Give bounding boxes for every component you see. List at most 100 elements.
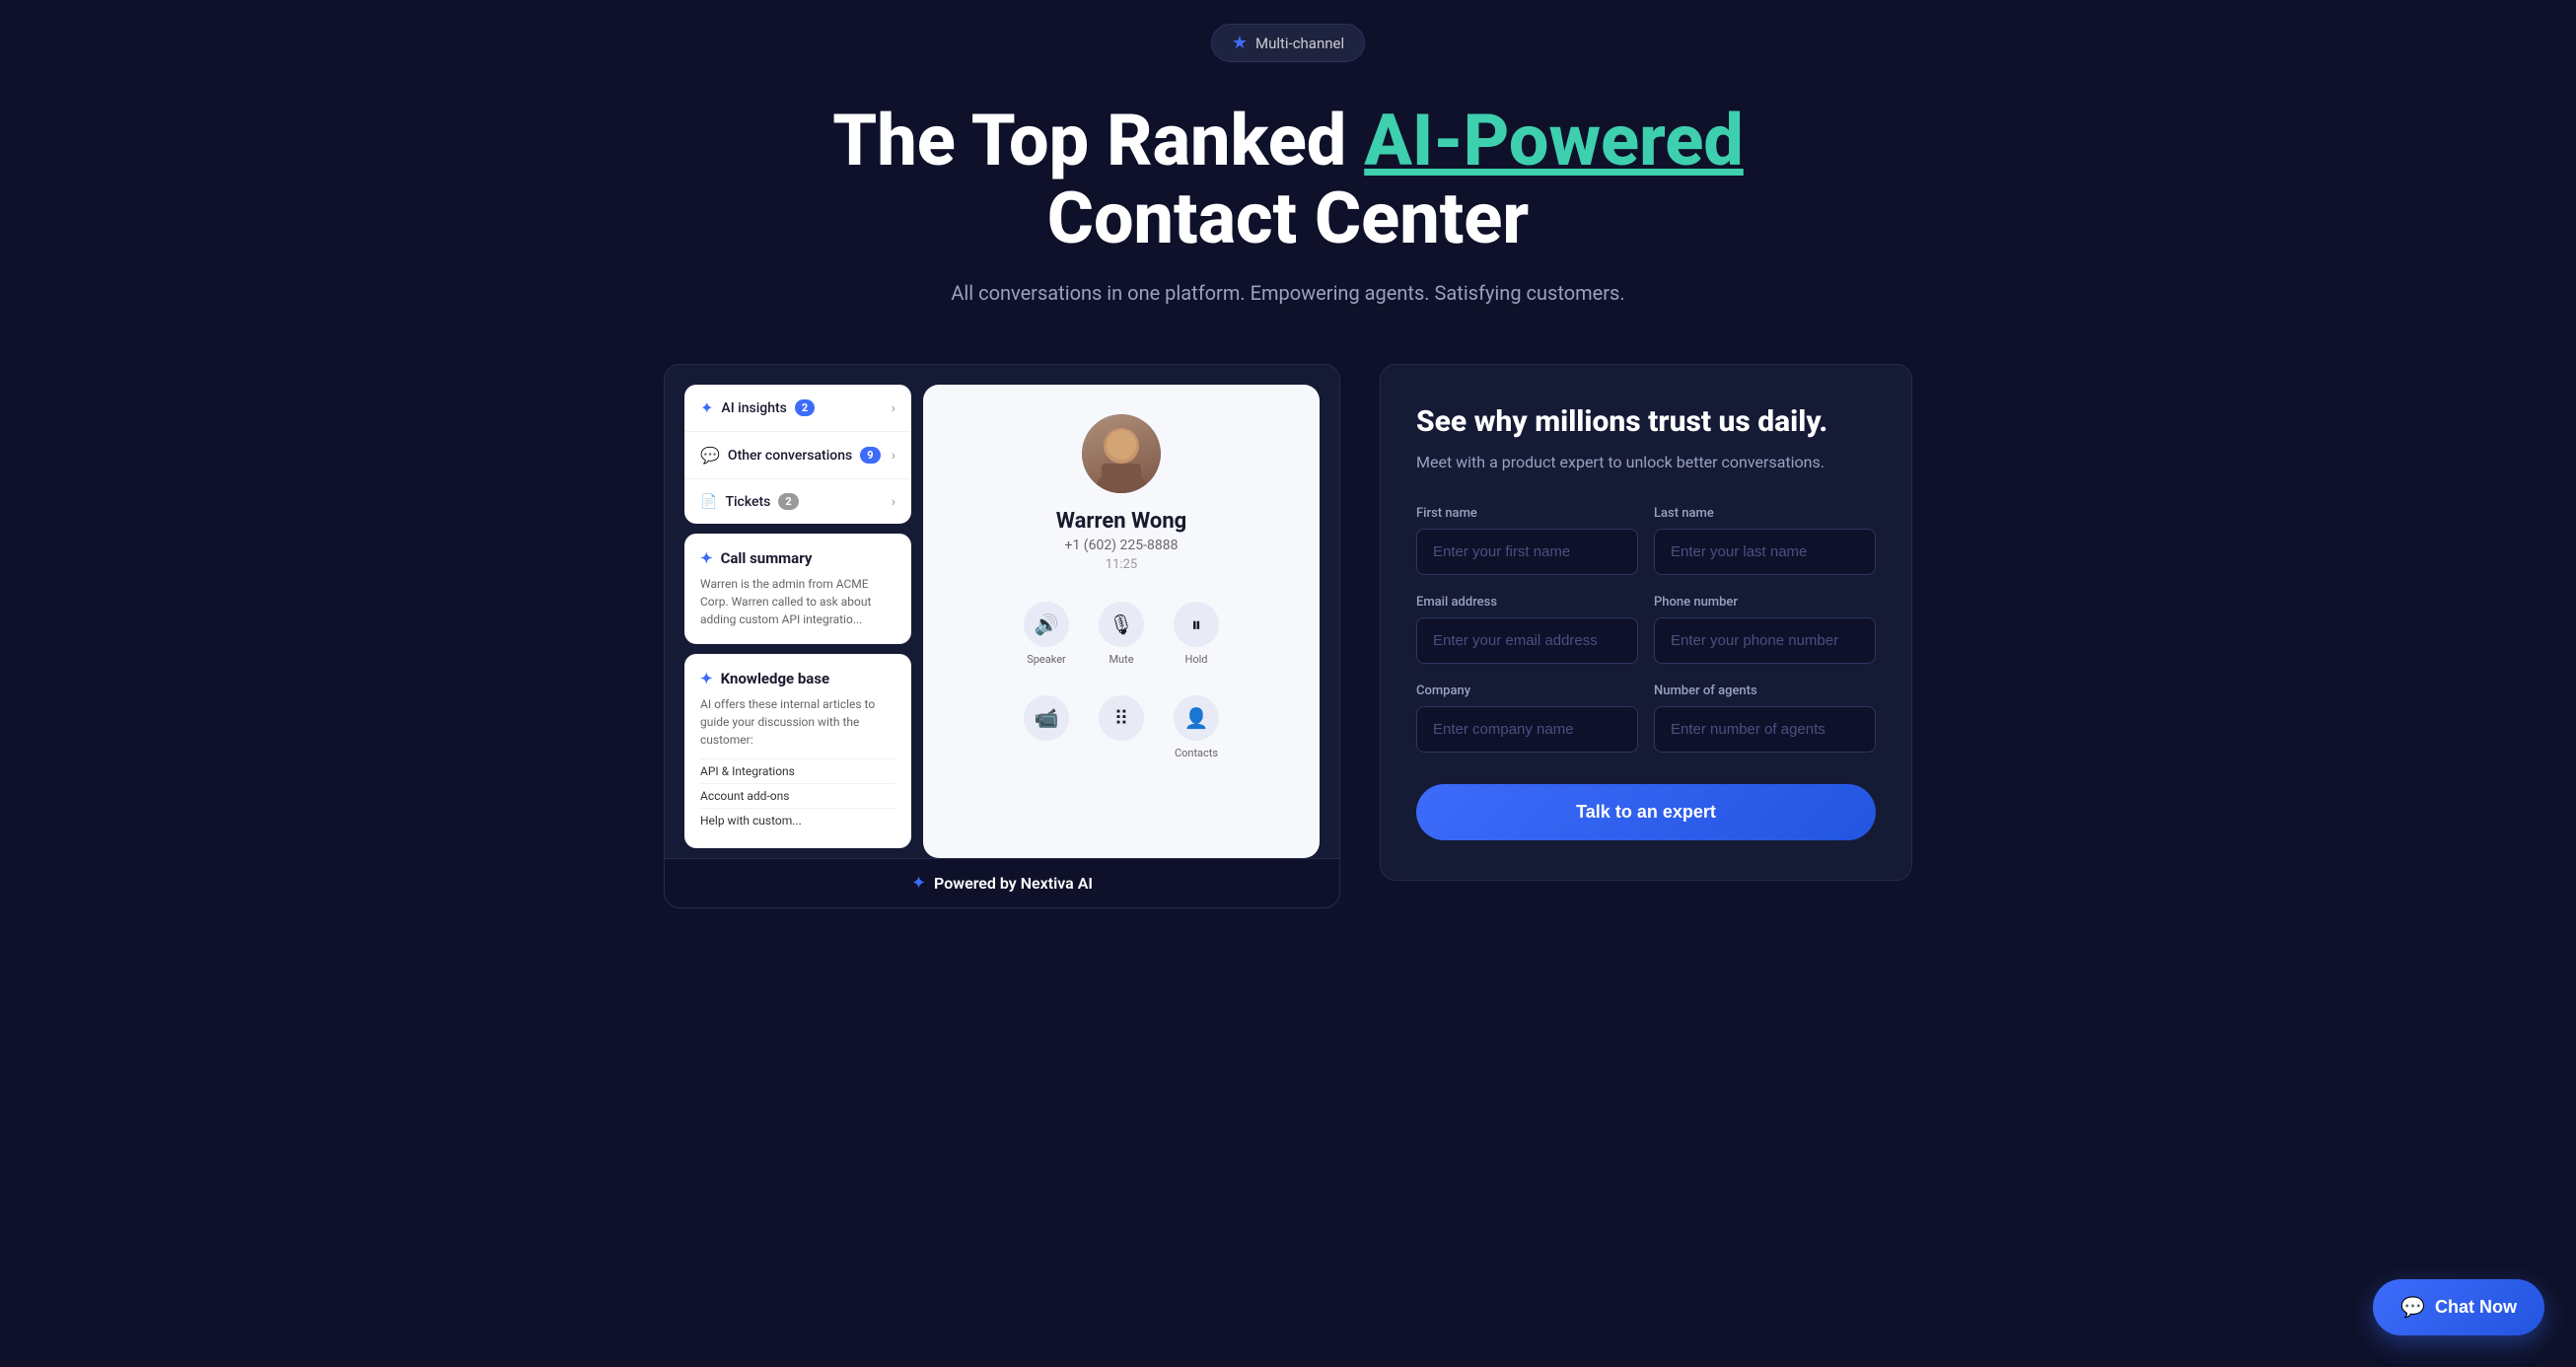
multi-channel-badge: ★ Multi-channel — [1211, 24, 1365, 62]
company-input[interactable] — [1416, 706, 1638, 753]
conversations-label: Other conversations — [728, 448, 852, 464]
tickets-badge: 2 — [778, 493, 798, 510]
talk-expert-button[interactable]: Talk to an expert — [1416, 784, 1876, 840]
company-row: Company Number of agents — [1416, 684, 1876, 753]
hold-icon: ⏸ — [1174, 602, 1219, 647]
contacts-icon: 👤 — [1174, 695, 1219, 741]
call-summary-text: Warren is the admin from ACME Corp. Warr… — [700, 575, 895, 628]
avatar-svg — [1082, 414, 1161, 493]
knowledge-item-2: Account add-ons — [700, 783, 895, 808]
call-controls-top: 🔊 Speaker 🎙 Mute ⏸ Hold — [943, 602, 1300, 666]
knowledge-item-1: API & Integrations — [700, 758, 895, 783]
call-summary-card: ✦ Call summary Warren is the admin from … — [684, 534, 911, 644]
powered-by-icon: ✦ — [911, 873, 926, 894]
phone-ui-column: Warren Wong +1 (602) 225-8888 11:25 🔊 Sp… — [923, 385, 1320, 858]
ai-insights-arrow: › — [892, 400, 895, 416]
video-btn[interactable]: 📹 — [1024, 695, 1069, 759]
phone-group: Phone number — [1654, 595, 1876, 664]
phone-ui: Warren Wong +1 (602) 225-8888 11:25 🔊 Sp… — [923, 385, 1320, 858]
hold-label: Hold — [1185, 653, 1208, 666]
mute-label: Mute — [1109, 653, 1133, 666]
call-summary-title: ✦ Call summary — [700, 549, 895, 567]
ai-insights-row[interactable]: ✦ AI insights 2 › — [684, 385, 911, 432]
tickets-left: 📄 Tickets 2 — [700, 493, 799, 510]
caller-avatar — [1082, 414, 1161, 493]
top-badge-container: ★ Multi-channel — [664, 0, 1912, 62]
chat-now-icon: 💬 — [2400, 1295, 2425, 1320]
phone-input[interactable] — [1654, 617, 1876, 664]
email-input[interactable] — [1416, 617, 1638, 664]
hero-subtitle: All conversations in one platform. Empow… — [943, 281, 1633, 305]
knowledge-card: ✦ Knowledge base AI offers these interna… — [684, 654, 911, 848]
email-group: Email address — [1416, 595, 1638, 664]
email-label: Email address — [1416, 595, 1638, 610]
call-summary-label: Call summary — [721, 549, 813, 567]
keypad-icon: ⠿ — [1099, 695, 1144, 741]
powered-by-text: Powered by Nextiva AI — [934, 874, 1093, 893]
knowledge-icon: ✦ — [700, 670, 713, 687]
form-panel: See why millions trust us daily. Meet wi… — [1380, 364, 1912, 881]
knowledge-text: AI offers these internal articles to gui… — [700, 695, 895, 749]
conversations-row[interactable]: 💬 Other conversations 9 › — [684, 432, 911, 479]
phone-label: Phone number — [1654, 595, 1876, 610]
caller-phone: +1 (602) 225-8888 — [943, 538, 1300, 553]
sparkle-icon: ✦ — [700, 398, 713, 417]
name-row: First name Last name — [1416, 506, 1876, 575]
contact-form: First name Last name Email address — [1416, 506, 1876, 840]
star-icon: ★ — [1232, 33, 1248, 53]
speaker-icon: 🔊 — [1024, 602, 1069, 647]
main-content: ✦ AI insights 2 › 💬 Other conversations … — [664, 364, 1912, 968]
knowledge-title: ✦ Knowledge base — [700, 670, 895, 687]
company-label: Company — [1416, 684, 1638, 698]
keypad-btn[interactable]: ⠿ — [1099, 695, 1144, 759]
ui-left-column: ✦ AI insights 2 › 💬 Other conversations … — [684, 385, 911, 858]
insights-card: ✦ AI insights 2 › 💬 Other conversations … — [684, 385, 911, 524]
hold-btn[interactable]: ⏸ Hold — [1174, 602, 1219, 666]
chat-icon: 💬 — [700, 446, 720, 465]
ticket-icon: 📄 — [700, 494, 717, 510]
mute-btn[interactable]: 🎙 Mute — [1099, 602, 1144, 666]
hero-title-highlight: AI-Powered — [1364, 99, 1744, 182]
contacts-btn[interactable]: 👤 Contacts — [1174, 695, 1219, 759]
first-name-input[interactable] — [1416, 529, 1638, 575]
contact-row: Email address Phone number — [1416, 595, 1876, 664]
badge-label: Multi-channel — [1255, 35, 1344, 52]
last-name-group: Last name — [1654, 506, 1876, 575]
ai-insights-label: AI insights — [721, 400, 786, 416]
hero-title-start: The Top Ranked — [832, 99, 1364, 182]
call-summary-icon: ✦ — [700, 549, 713, 567]
conversations-badge: 9 — [860, 447, 880, 464]
contacts-label: Contacts — [1175, 747, 1218, 759]
powered-by-banner: ✦ Powered by Nextiva AI — [665, 858, 1339, 907]
hero-section: The Top Ranked AI-Powered Contact Center… — [664, 102, 1912, 305]
conversations-left: 💬 Other conversations 9 — [700, 446, 881, 465]
chat-now-button[interactable]: 💬 Chat Now — [2373, 1279, 2544, 1335]
first-name-group: First name — [1416, 506, 1638, 575]
hero-title-end: Contact Center — [1047, 177, 1529, 260]
hero-title: The Top Ranked AI-Powered Contact Center — [664, 102, 1912, 257]
speaker-btn[interactable]: 🔊 Speaker — [1024, 602, 1069, 666]
tickets-label: Tickets — [725, 494, 770, 510]
conversations-arrow: › — [892, 448, 895, 464]
form-subheading: Meet with a product expert to unlock bet… — [1416, 451, 1876, 474]
caller-time: 11:25 — [943, 557, 1300, 572]
speaker-label: Speaker — [1027, 653, 1066, 666]
agents-input[interactable] — [1654, 706, 1876, 753]
last-name-input[interactable] — [1654, 529, 1876, 575]
first-name-label: First name — [1416, 506, 1638, 521]
agents-label: Number of agents — [1654, 684, 1876, 698]
mute-icon: 🎙 — [1099, 602, 1144, 647]
company-group: Company — [1416, 684, 1638, 753]
knowledge-label: Knowledge base — [721, 670, 830, 687]
form-heading: See why millions trust us daily. — [1416, 404, 1876, 439]
video-icon: 📹 — [1024, 695, 1069, 741]
ai-insights-badge: 2 — [795, 399, 815, 416]
caller-name: Warren Wong — [943, 509, 1300, 534]
tickets-row[interactable]: 📄 Tickets 2 › — [684, 479, 911, 524]
agents-group: Number of agents — [1654, 684, 1876, 753]
ui-inner: ✦ AI insights 2 › 💬 Other conversations … — [684, 385, 1320, 858]
call-controls-bottom: 📹 ⠿ 👤 Contacts — [943, 695, 1300, 759]
ui-preview-panel: ✦ AI insights 2 › 💬 Other conversations … — [664, 364, 1340, 908]
last-name-label: Last name — [1654, 506, 1876, 521]
chat-now-label: Chat Now — [2435, 1297, 2517, 1318]
